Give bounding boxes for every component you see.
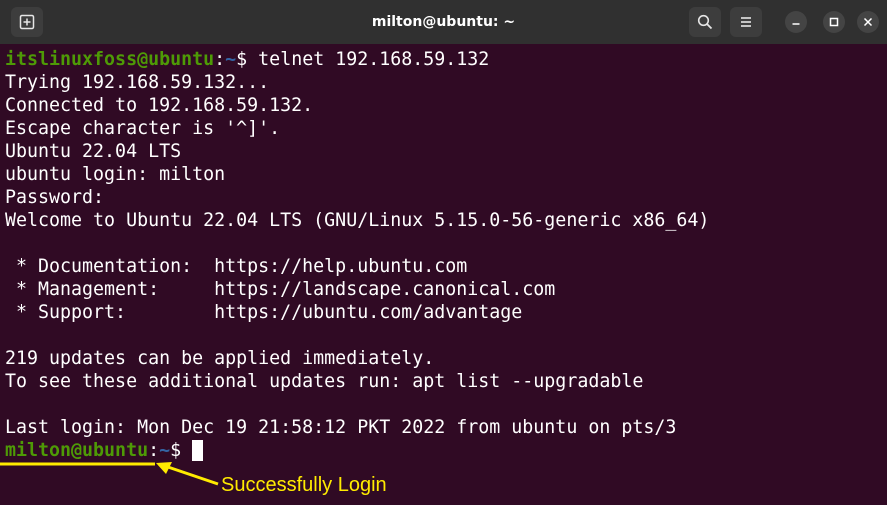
- annotation-label: Successfully Login: [221, 474, 387, 496]
- annotation-arrow-line: [164, 464, 219, 486]
- annotation-overlay: [0, 462, 219, 486]
